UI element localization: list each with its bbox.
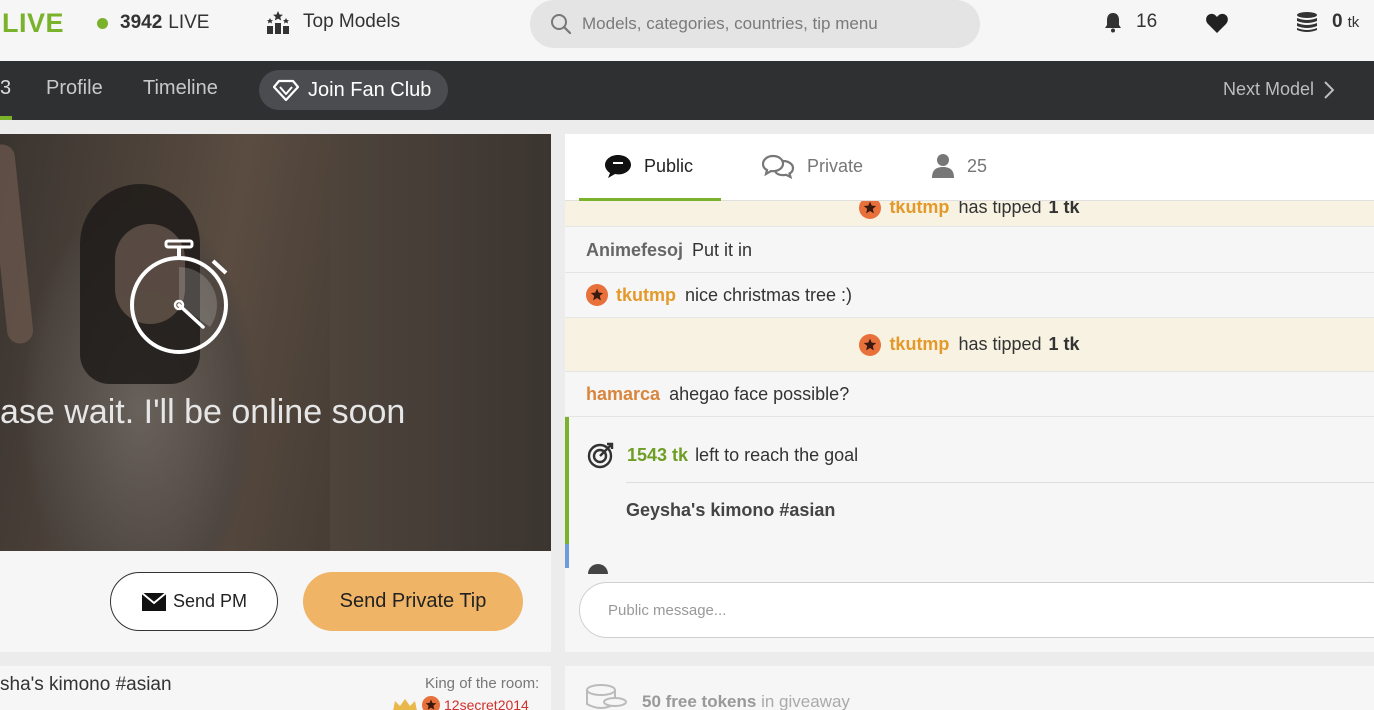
goal-progress: 1543 tk left to reach the goal	[587, 441, 858, 469]
chat-goal-card: 1543 tk left to reach the goal Geysha's …	[565, 417, 1374, 544]
chat-panel: Public Private 25 tkutmp has tipped 1 tk	[565, 134, 1374, 652]
stopwatch-icon	[130, 239, 228, 354]
next-model-label: Next Model	[1223, 79, 1315, 99]
chat-message-row: Animefesoj Put it in	[565, 228, 1374, 273]
chat-message-text: Put it in	[692, 239, 753, 260]
top-models-label: Top Models	[303, 11, 401, 32]
chat-message-marker	[565, 544, 569, 568]
chat-message-text: nice christmas tree :)	[685, 284, 853, 305]
token-balance-unit: tk	[1347, 13, 1360, 31]
room-info-bar: sha's kimono #asian King of the room: 12…	[0, 666, 551, 710]
join-fan-club-button[interactable]: Join Fan Club	[259, 70, 448, 110]
send-pm-button[interactable]: Send PM	[110, 572, 278, 631]
coins-icon	[1297, 12, 1317, 32]
chat-username[interactable]: tkutmp	[889, 334, 949, 355]
offline-status-text: ase wait. I'll be online soon	[0, 393, 406, 431]
search-input[interactable]	[582, 14, 962, 34]
tab-public-label: Public	[644, 155, 694, 176]
king-of-room-user[interactable]: 12secret2014	[392, 696, 529, 710]
send-pm-label: Send PM	[172, 591, 248, 611]
crown-icon	[393, 699, 417, 710]
vip-star-icon	[859, 201, 882, 219]
chat-tip-amount: 1 tk	[1048, 201, 1080, 217]
user-icon	[932, 154, 954, 178]
top-models-link[interactable]: Top Models	[265, 10, 400, 34]
chat-username[interactable]: tkutmp	[889, 201, 949, 218]
chat-tip-row: tkutmp has tipped 1 tk	[565, 318, 1374, 372]
live-count[interactable]: 3942 LIVE	[97, 12, 209, 34]
private-chat-icon	[761, 154, 795, 179]
chat-tip-text: has tipped	[958, 334, 1042, 354]
chat-bubble-icon	[605, 155, 631, 178]
top-models-icon	[267, 11, 289, 34]
search-bar[interactable]	[530, 0, 980, 48]
giveaway-amount: 50 free tokens	[642, 692, 757, 710]
favorites-button[interactable]	[1205, 12, 1229, 39]
target-icon	[587, 442, 614, 469]
goal-divider	[626, 482, 1374, 483]
action-bar: Send PM Send Private Tip	[0, 551, 551, 652]
chat-message-text: ahegao face possible?	[669, 383, 850, 404]
video-player[interactable]: ase wait. I'll be online soon	[0, 134, 551, 551]
public-message-input[interactable]	[579, 582, 1374, 638]
heart-icon	[1206, 13, 1228, 34]
token-balance-value: 0	[1332, 11, 1343, 32]
tab-public-chat[interactable]: Public	[604, 153, 693, 179]
send-private-tip-button[interactable]: Send Private Tip	[303, 572, 523, 631]
chat-tabs: Public Private 25	[565, 134, 1374, 201]
tab-timeline[interactable]: Timeline	[143, 77, 218, 100]
model-nav-bar: 3 Profile Timeline Join Fan Club Next Mo…	[0, 61, 1374, 120]
chat-username[interactable]: hamarca	[586, 384, 660, 405]
next-model-button[interactable]: Next Model	[1223, 79, 1335, 100]
goal-remaining-text: left to reach the goal	[695, 444, 859, 465]
tab-private-chat[interactable]: Private	[761, 153, 863, 179]
chat-tip-row: tkutmp has tipped 1 tk	[565, 201, 1374, 227]
top-bar: LIVE 3942 LIVE Top Models 16	[0, 0, 1374, 61]
chat-message-row: hamarca ahegao face possible?	[565, 372, 1374, 417]
diamond-icon	[273, 79, 299, 101]
search-icon	[551, 14, 572, 35]
video-figure-arm	[0, 143, 35, 345]
notifications-button[interactable]: 16	[1102, 11, 1157, 33]
chat-avatar	[588, 564, 608, 574]
chat-username[interactable]: Animefesoj	[586, 240, 683, 261]
active-tab-indicator	[0, 116, 12, 120]
giveaway-banner[interactable]: 50 free tokens in giveaway	[565, 666, 1374, 710]
goal-remaining-amount: 1543 tk	[627, 444, 689, 465]
tab-model-number[interactable]: 3	[0, 77, 11, 100]
token-balance[interactable]: 0 tk	[1296, 11, 1359, 33]
site-logo[interactable]: LIVE	[2, 8, 64, 39]
vip-star-icon	[586, 284, 608, 306]
vip-star-icon	[859, 333, 882, 356]
chat-message-row: tkutmp nice christmas tree :)	[565, 273, 1374, 318]
chat-tip-amount: 1 tk	[1048, 334, 1080, 354]
envelope-icon	[141, 591, 167, 611]
live-count-label: LIVE	[168, 12, 210, 33]
king-of-room-label: King of the room:	[425, 675, 540, 692]
goal-title: Geysha's kimono #asian	[626, 500, 836, 520]
room-goal-title: sha's kimono #asian	[0, 674, 172, 695]
tab-private-label: Private	[807, 155, 864, 176]
vip-star-icon	[422, 696, 440, 710]
live-count-number: 3942	[120, 12, 163, 33]
tab-users-count: 25	[967, 155, 988, 176]
king-of-room-username: 12secret2014	[444, 697, 529, 710]
chevron-right-icon	[1324, 80, 1335, 99]
notifications-count: 16	[1136, 11, 1158, 32]
giveaway-label: in giveaway	[761, 692, 850, 710]
live-dot-icon	[97, 17, 108, 29]
join-fan-club-label: Join Fan Club	[308, 78, 432, 101]
bell-icon	[1105, 13, 1121, 33]
chat-messages[interactable]: tkutmp has tipped 1 tk Animefesoj Put it…	[565, 201, 1374, 581]
giveaway-text: 50 free tokens in giveaway	[642, 692, 850, 710]
chat-tip-text: has tipped	[958, 201, 1042, 217]
chat-username[interactable]: tkutmp	[616, 285, 676, 306]
tab-profile[interactable]: Profile	[46, 77, 103, 100]
video-background	[330, 134, 551, 551]
coins-stack-icon	[586, 684, 627, 709]
tab-users[interactable]: 25	[931, 153, 987, 179]
